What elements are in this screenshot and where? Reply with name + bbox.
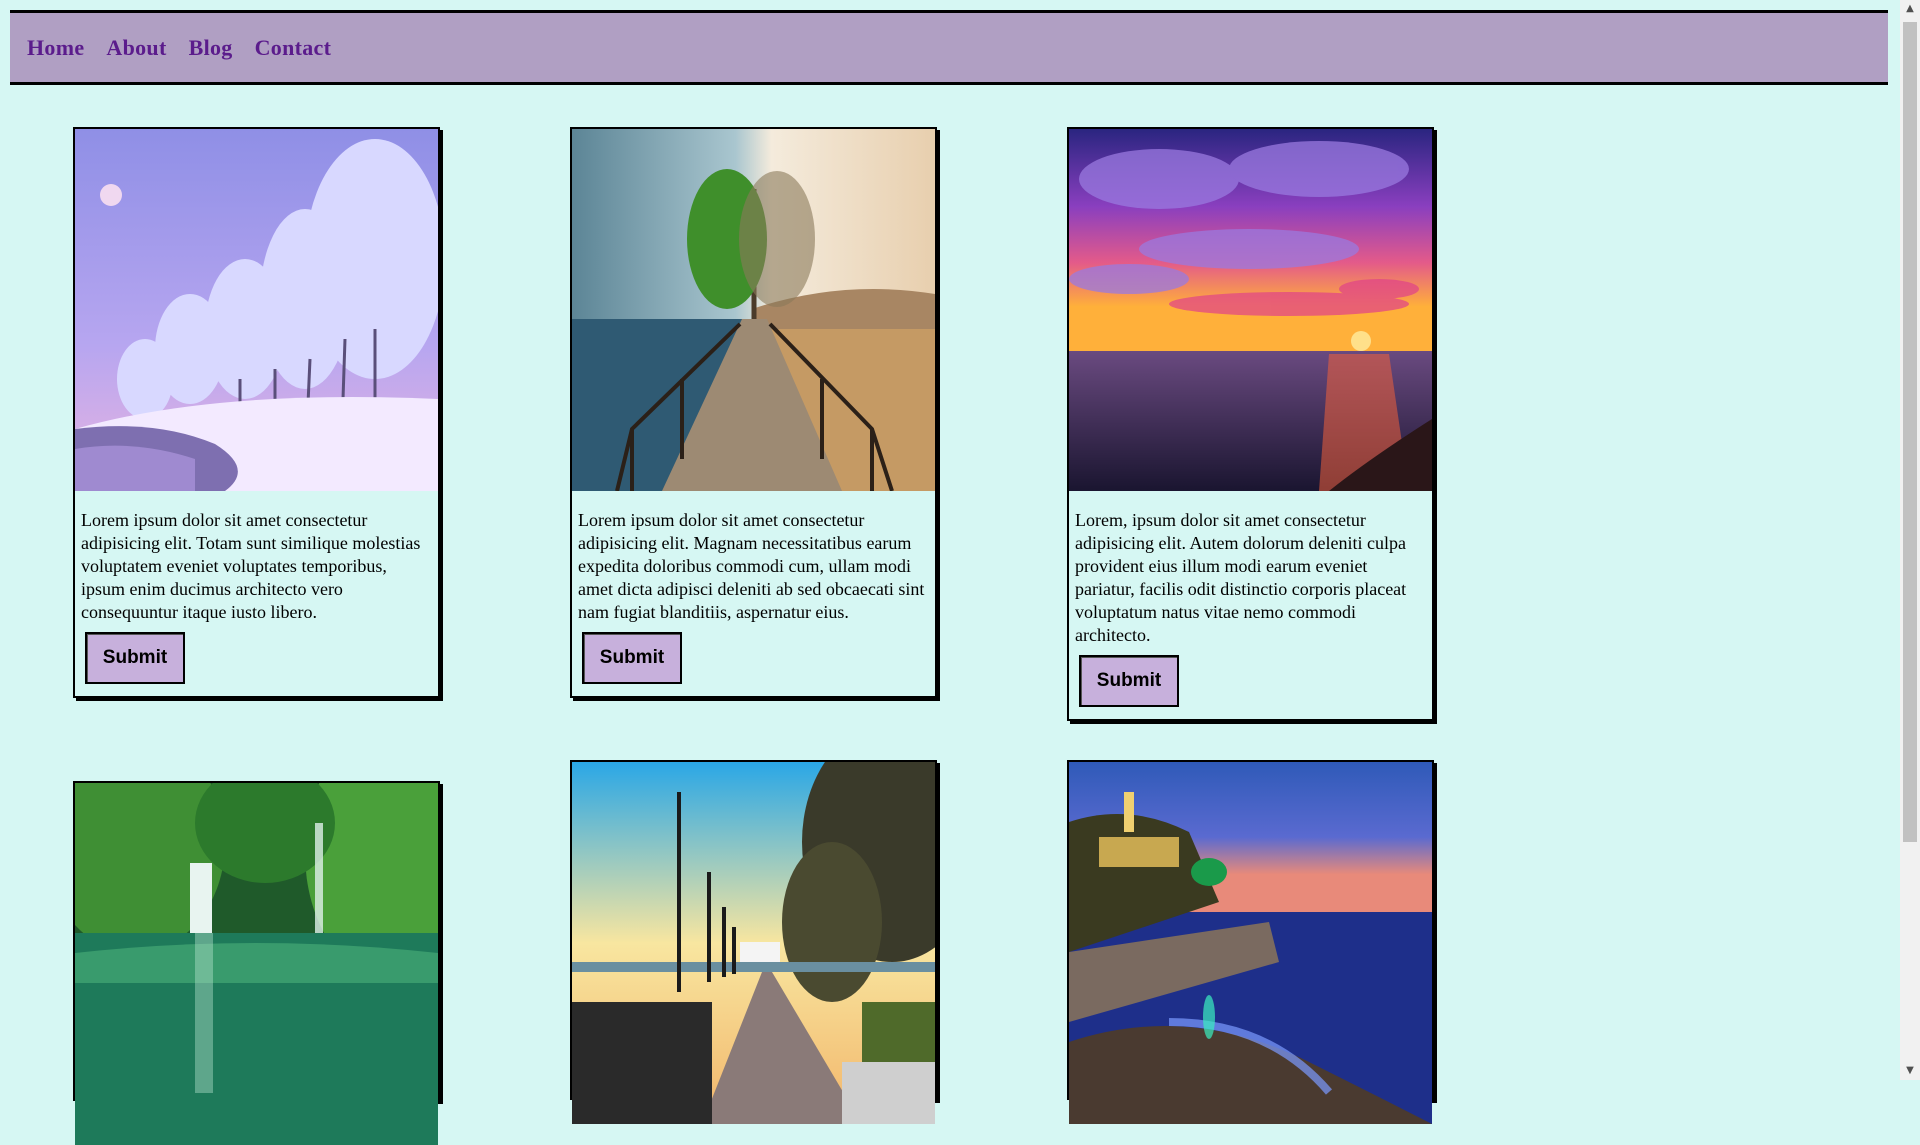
snowy-trees-image [75, 129, 438, 491]
navbar: Home About Blog Contact [10, 10, 1888, 85]
card-4 [73, 781, 440, 1145]
card-1-text: Lorem ipsum dolor sit amet consectetur a… [81, 510, 421, 622]
scroll-up-icon[interactable]: ▲ [1900, 0, 1920, 18]
nav-contact-link[interactable]: Contact [255, 35, 332, 61]
vertical-scrollbar[interactable]: ▲ ▼ [1900, 0, 1920, 1080]
card-3-text: Lorem, ipsum dolor sit amet consectetur … [1075, 510, 1407, 645]
promenade-lamps-image [572, 762, 935, 1124]
coastal-town-image [1069, 762, 1432, 1124]
sunset-sea-image [1069, 129, 1432, 491]
card-3: Lorem, ipsum dolor sit amet consectetur … [1067, 127, 1434, 721]
card-2: Lorem ipsum dolor sit amet consectetur a… [570, 127, 937, 698]
pier-tree-image [572, 129, 935, 491]
nav-links: Home About Blog Contact [27, 35, 331, 61]
waterfall-forest-image [75, 783, 438, 1145]
scroll-down-icon[interactable]: ▼ [1900, 1062, 1920, 1080]
scrollbar-thumb[interactable] [1903, 22, 1917, 842]
nav-about-link[interactable]: About [106, 35, 166, 61]
card-1-submit-button[interactable]: Submit [85, 632, 185, 684]
card-2-text: Lorem ipsum dolor sit amet consectetur a… [578, 510, 925, 622]
card-1: Lorem ipsum dolor sit amet consectetur a… [73, 127, 440, 698]
card-6 [1067, 760, 1434, 1124]
nav-blog-link[interactable]: Blog [189, 35, 233, 61]
nav-home-link[interactable]: Home [27, 35, 84, 61]
card-3-submit-button[interactable]: Submit [1079, 655, 1179, 707]
card-5 [570, 760, 937, 1124]
card-2-submit-button[interactable]: Submit [582, 632, 682, 684]
